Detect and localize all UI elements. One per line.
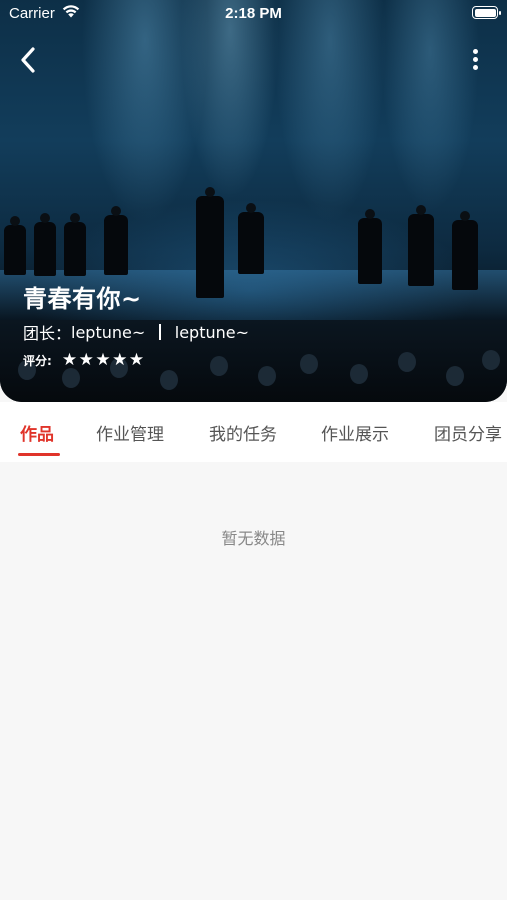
more-options-button[interactable] (471, 49, 479, 73)
rating: 评分: ★ ★ ★ ★ ★ (23, 352, 146, 369)
tab-homework-management[interactable]: 作业管理 (96, 420, 164, 445)
rating-label: 评分: (23, 354, 52, 368)
star-icon: ★ (61, 350, 78, 370)
tab-works[interactable]: 作品 (20, 420, 54, 445)
musician-silhouette (358, 209, 382, 284)
back-button[interactable] (16, 45, 42, 75)
group-cover-image: Carrier 2:18 PM 青春有你~ 团长： leptune~ leptu… (0, 0, 507, 402)
tab-content: 暂无数据 (0, 462, 507, 900)
star-icon: ★ (128, 350, 145, 370)
musician-silhouette (408, 205, 434, 286)
rating-stars: ★ ★ ★ ★ ★ (62, 352, 146, 369)
conductor-silhouette (196, 187, 224, 298)
musician-silhouette (238, 203, 264, 274)
active-tab-indicator (18, 453, 60, 456)
tab-member-sharing[interactable]: 团员分享 (434, 420, 502, 445)
status-time: 2:18 PM (225, 5, 282, 22)
battery-icon (472, 6, 501, 19)
chevron-left-icon (21, 47, 35, 73)
star-icon: ★ (78, 350, 94, 370)
status-bar: Carrier 2:18 PM (0, 0, 507, 28)
leader-label: 团长： (23, 324, 72, 343)
leader-name: leptune~ (71, 322, 146, 342)
musician-silhouette (64, 213, 86, 276)
leader-divider (159, 324, 161, 340)
tab-my-tasks[interactable]: 我的任务 (209, 420, 277, 445)
tab-homework-showcase[interactable]: 作业展示 (321, 420, 389, 445)
leader-alias: leptune~ (174, 322, 250, 342)
group-title: 青春有你~ (23, 285, 142, 313)
empty-state-text: 暂无数据 (221, 529, 286, 548)
musician-silhouette (4, 216, 26, 275)
musician-silhouette (34, 213, 56, 276)
musician-silhouette (452, 211, 478, 290)
leader-info: 团长： leptune~ leptune~ (23, 320, 249, 344)
more-vertical-icon (472, 49, 478, 54)
star-icon: ★ (112, 350, 128, 370)
tab-bar: 作品 作业管理 我的任务 作业展示 团员分享 (0, 402, 507, 462)
star-icon: ★ (95, 350, 111, 370)
musician-silhouette (104, 206, 128, 275)
